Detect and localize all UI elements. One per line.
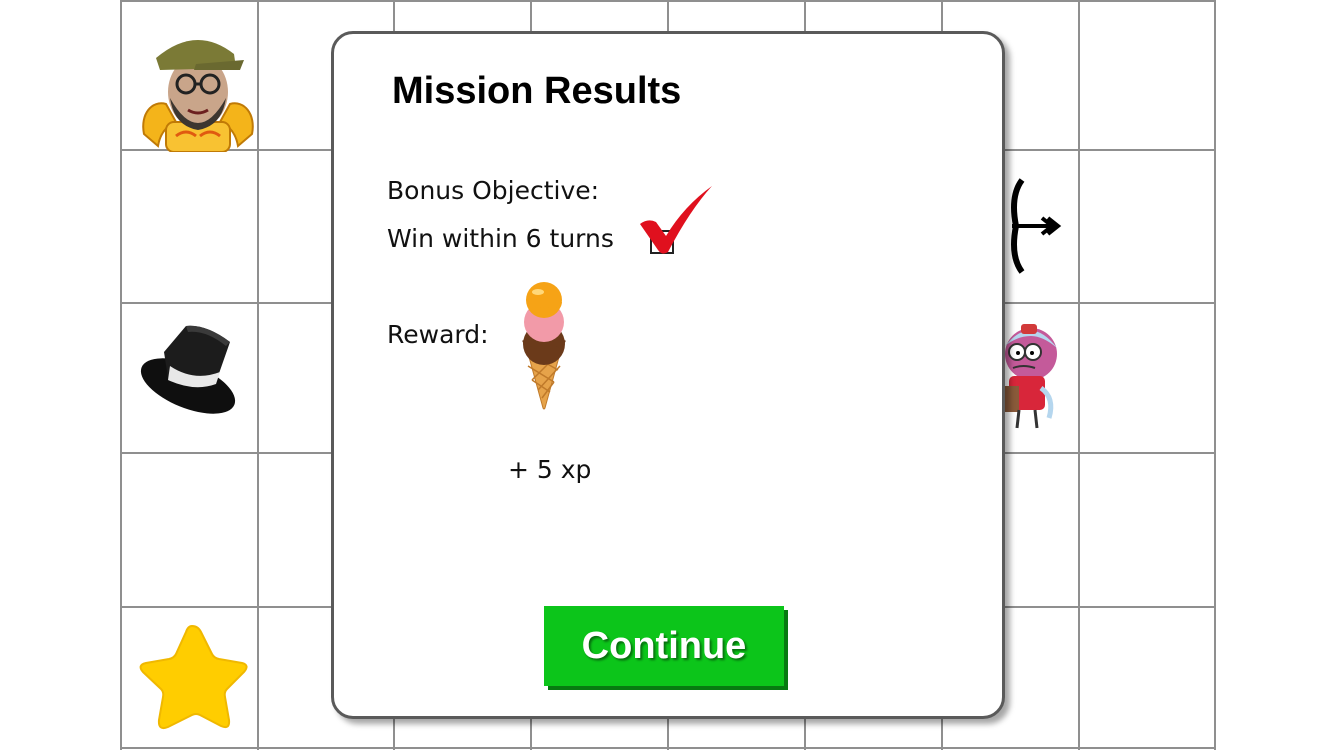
bonus-objective-label: Bonus Objective: — [387, 176, 600, 205]
grid-line — [120, 0, 1216, 2]
grid-line — [1214, 0, 1216, 750]
bonus-objective-text: Win within 6 turns — [387, 224, 614, 253]
ice-cream-icon — [522, 282, 566, 410]
player-avatar-icon[interactable] — [136, 30, 260, 152]
top-hat-icon — [140, 325, 236, 414]
continue-button[interactable]: Continue — [544, 606, 784, 686]
grid-line — [120, 747, 1216, 749]
star-icon — [139, 624, 248, 730]
mission-results-dialog: Mission Results Bonus Objective: Win wit… — [331, 31, 1005, 719]
check-mark-icon — [640, 186, 712, 254]
arrow-icon — [1011, 178, 1062, 274]
reward-xp: + 5 xp — [508, 455, 592, 484]
grid-line — [1078, 0, 1080, 750]
reward-label: Reward: — [387, 320, 489, 349]
dialog-title: Mission Results — [392, 70, 682, 112]
enemy-character-icon — [1005, 324, 1057, 429]
grid-line — [120, 0, 122, 750]
